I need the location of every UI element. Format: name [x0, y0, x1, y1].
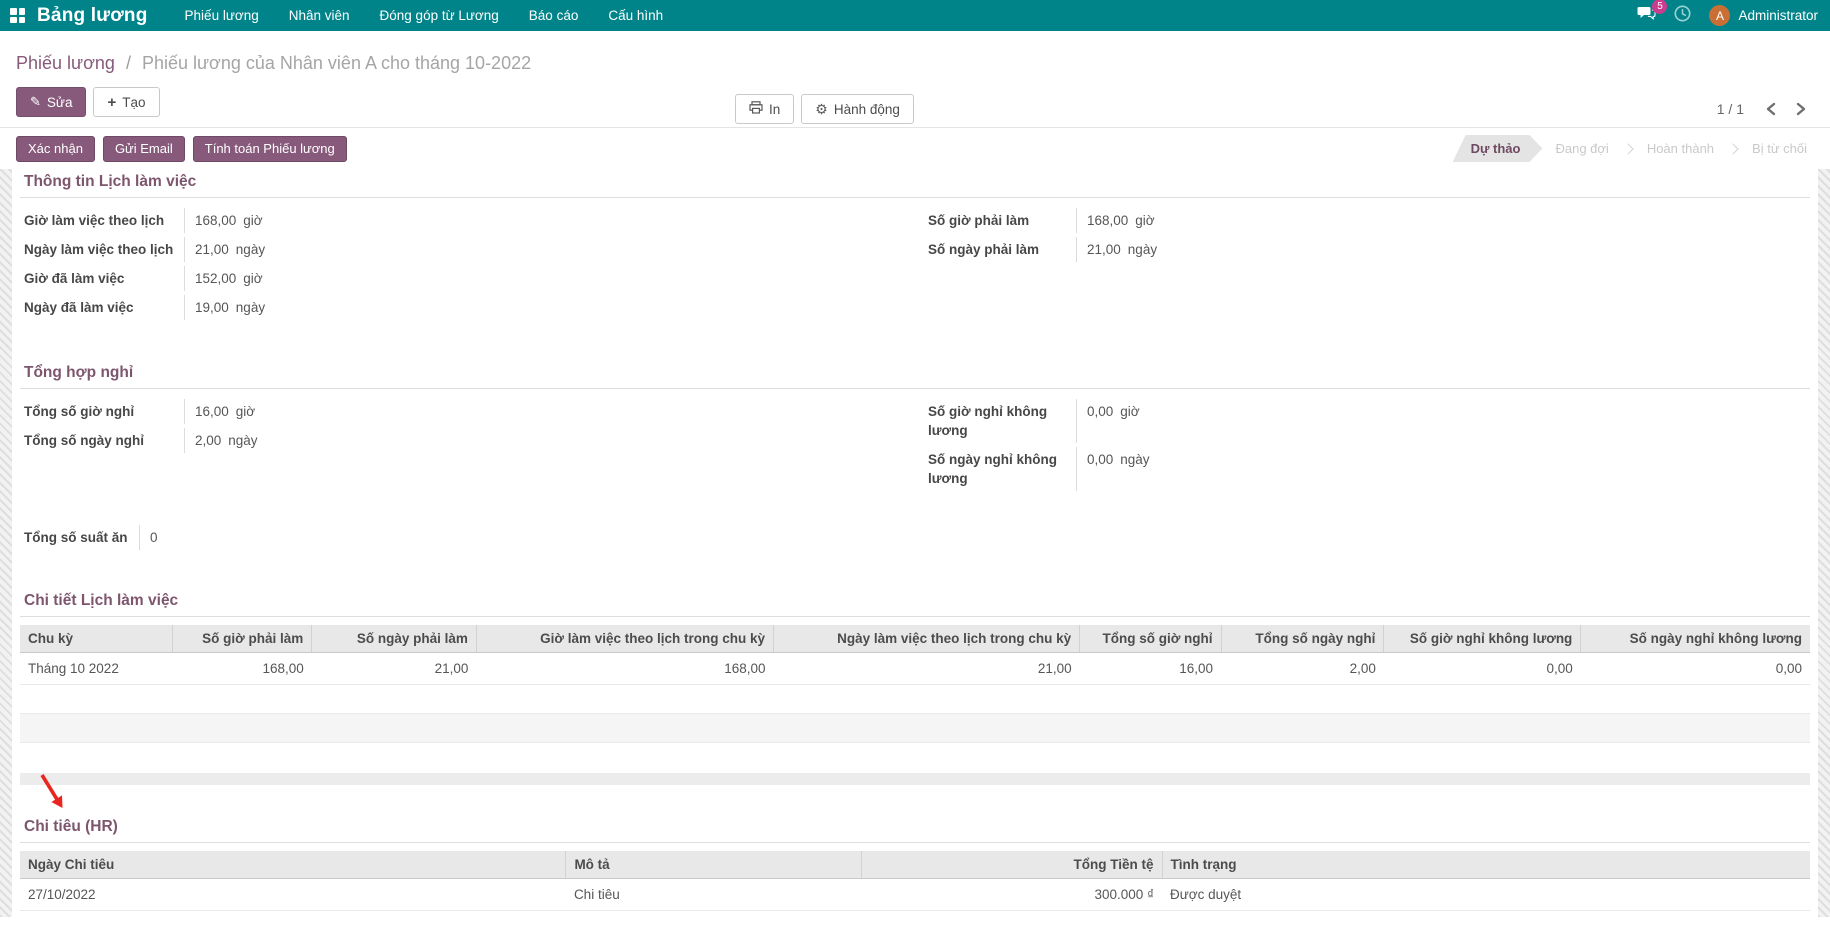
schedule-table-row[interactable]: Tháng 10 2022 168,00 21,00 168,00 21,00 … — [20, 653, 1810, 685]
column-header[interactable]: Ngày Chi tiêu — [20, 851, 566, 879]
section-title-work-info: Thông tin Lịch làm việc — [20, 173, 1810, 198]
record-action-buttons: In ⚙ Hành động — [735, 94, 914, 124]
empty-row — [20, 685, 1810, 714]
sheet-right-margin — [1818, 169, 1830, 917]
form-sheet: Thông tin Lịch làm việc Giờ làm việc the… — [12, 169, 1818, 917]
state-draft[interactable]: Dự thảo — [1453, 135, 1543, 162]
state-done[interactable]: Hoàn thành — [1634, 135, 1727, 162]
chevron-right-icon — [1727, 143, 1738, 154]
column-header[interactable]: Tình trạng — [1162, 851, 1810, 879]
menu-nhan-vien[interactable]: Nhân viên — [274, 0, 365, 31]
column-header[interactable]: Chu kỳ — [20, 625, 172, 653]
breadcrumb-separator: / — [126, 53, 131, 73]
column-header[interactable]: Tổng số ngày nghỉ — [1221, 625, 1384, 653]
apps-menu-icon[interactable] — [10, 8, 25, 23]
control-panel: Phiếu lương / Phiếu lương của Nhân viên … — [0, 31, 1830, 128]
messages-button[interactable]: 5 — [1637, 6, 1656, 26]
section-title-expense: Chi tiêu (HR) — [20, 818, 1810, 843]
empty-row — [20, 714, 1810, 743]
breadcrumb: Phiếu lương / Phiếu lương của Nhân viên … — [16, 52, 1806, 74]
empty-row — [20, 911, 1810, 918]
compute-payslip-button[interactable]: Tính toán Phiếu lương — [193, 136, 347, 162]
user-menu[interactable]: A Administrator — [1709, 5, 1818, 26]
section-divider — [20, 773, 1810, 785]
state-refused[interactable]: Bị từ chối — [1739, 135, 1820, 162]
column-header[interactable]: Ngày làm việc theo lịch trong chu kỳ — [774, 625, 1080, 653]
state-waiting[interactable]: Đang đợi — [1542, 135, 1621, 162]
section-title-schedule-detail: Chi tiết Lịch làm việc — [20, 592, 1810, 617]
state-pipeline: Dự thảo Đang đợi Hoàn thành Bị từ chối — [1453, 135, 1820, 162]
column-header[interactable]: Tổng Tiền tệ — [861, 851, 1162, 879]
column-header[interactable]: Mô tả — [566, 851, 861, 879]
edit-button[interactable]: ✎ Sửa — [16, 87, 86, 117]
chevron-right-icon — [1622, 143, 1633, 154]
column-header[interactable]: Số giờ phải làm — [172, 625, 312, 653]
avatar: A — [1709, 5, 1730, 26]
field-so-gio-nghi-khong-luong: Số giờ nghỉ không lương 0,00giờ — [928, 399, 1806, 443]
field-gio-lam-viec-theo-lich: Giờ làm việc theo lịch 168,00giờ — [24, 208, 902, 233]
create-button[interactable]: + Tạo — [93, 87, 159, 117]
expense-table-row[interactable]: 27/10/2022 Chi tiêu 300.000 ₫ Được duyệt — [20, 879, 1810, 911]
field-so-ngay-nghi-khong-luong: Số ngày nghỉ không lương 0,00ngày — [928, 447, 1806, 491]
menu-phieu-luong[interactable]: Phiếu lương — [170, 0, 274, 31]
column-header[interactable]: Số giờ nghỉ không lương — [1384, 625, 1581, 653]
expense-table: Ngày Chi tiêu Mô tả Tổng Tiền tệ Tình tr… — [20, 851, 1810, 917]
field-tong-so-gio-nghi: Tổng số giờ nghỉ 16,00giờ — [24, 399, 902, 424]
column-header[interactable]: Tổng số giờ nghỉ — [1080, 625, 1221, 653]
action-button[interactable]: ⚙ Hành động — [801, 94, 914, 124]
main-menu: Phiếu lương Nhân viên Đóng góp từ Lương … — [170, 0, 679, 31]
plus-icon: + — [107, 94, 116, 111]
field-so-ngay-phai-lam: Số ngày phải làm 21,00ngày — [928, 237, 1806, 262]
column-header[interactable]: Số ngày phải làm — [312, 625, 477, 653]
activities-button[interactable] — [1674, 5, 1691, 27]
breadcrumb-parent-link[interactable]: Phiếu lương — [16, 53, 115, 73]
breadcrumb-current: Phiếu lương của Nhân viên A cho tháng 10… — [142, 53, 531, 73]
field-tong-so-suat-an: Tổng số suất ăn 0 — [24, 525, 1806, 550]
app-brand[interactable]: Bảng lương — [37, 5, 148, 27]
printer-icon — [749, 101, 763, 117]
menu-cau-hinh[interactable]: Cấu hình — [593, 0, 678, 31]
gear-icon: ⚙ — [815, 102, 828, 116]
sheet-left-margin — [0, 169, 12, 917]
confirm-button[interactable]: Xác nhận — [16, 136, 95, 162]
send-email-button[interactable]: Gửi Email — [103, 136, 185, 162]
pager: 1 / 1 — [1717, 101, 1806, 117]
expense-table-header: Ngày Chi tiêu Mô tả Tổng Tiền tệ Tình tr… — [20, 851, 1810, 879]
field-so-gio-phai-lam: Số giờ phải làm 168,00giờ — [928, 208, 1806, 233]
messages-count-badge: 5 — [1652, 0, 1667, 14]
pager-previous-icon[interactable] — [1766, 102, 1776, 116]
column-header[interactable]: Giờ làm việc theo lịch trong chu kỳ — [476, 625, 773, 653]
pager-next-icon[interactable] — [1796, 102, 1806, 116]
schedule-detail-table: Chu kỳ Số giờ phải làm Số ngày phải làm … — [20, 625, 1810, 743]
field-ngay-lam-viec-theo-lich: Ngày làm việc theo lịch 21,00ngày — [24, 237, 902, 262]
section-title-leave-summary: Tổng hợp nghỉ — [20, 364, 1810, 389]
pencil-icon: ✎ — [30, 94, 41, 110]
statusbar: Xác nhận Gửi Email Tính toán Phiếu lương… — [0, 128, 1830, 169]
menu-bao-cao[interactable]: Báo cáo — [514, 0, 594, 31]
field-ngay-da-lam-viec: Ngày đã làm việc 19,00ngày — [24, 295, 902, 320]
menu-dong-gop[interactable]: Đóng góp từ Lương — [365, 0, 514, 31]
top-navbar: Bảng lương Phiếu lương Nhân viên Đóng gó… — [0, 0, 1830, 31]
print-button[interactable]: In — [735, 94, 794, 124]
user-name: Administrator — [1738, 8, 1818, 23]
column-header[interactable]: Số ngày nghỉ không lương — [1581, 625, 1810, 653]
field-gio-da-lam-viec: Giờ đã làm việc 152,00giờ — [24, 266, 902, 291]
field-tong-so-ngay-nghi: Tổng số ngày nghỉ 2,00ngày — [24, 428, 902, 453]
pager-counter: 1 / 1 — [1717, 101, 1744, 117]
clock-icon — [1674, 5, 1691, 27]
schedule-table-header: Chu kỳ Số giờ phải làm Số ngày phải làm … — [20, 625, 1810, 653]
